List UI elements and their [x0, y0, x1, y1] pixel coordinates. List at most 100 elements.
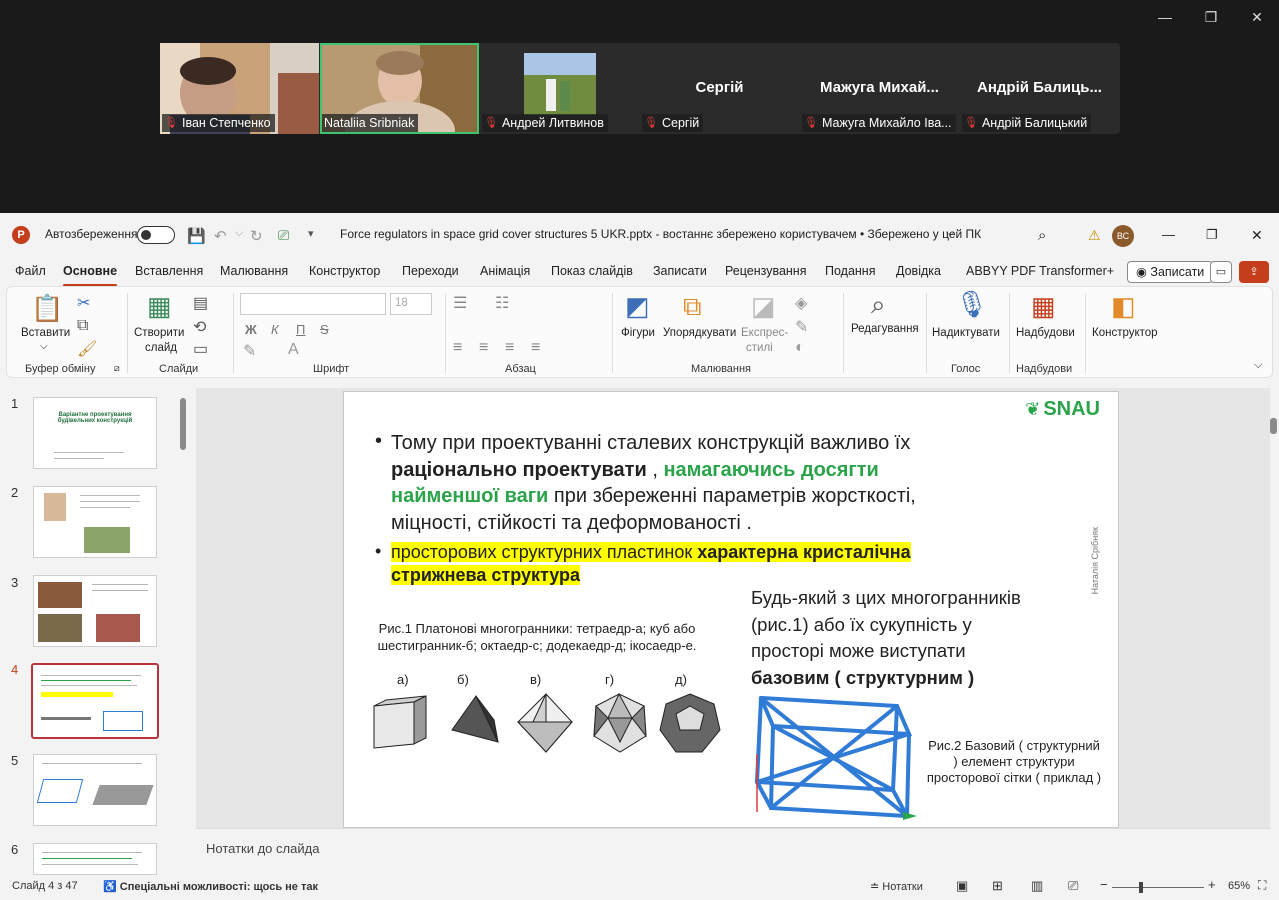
tab-insert[interactable]: Вставлення [135, 264, 203, 278]
slide-thumbnail[interactable] [33, 754, 157, 826]
participant-tile[interactable]: Сергій 🎙 Сергій [640, 43, 799, 134]
comments-icon[interactable]: ▭ [1210, 261, 1232, 283]
user-avatar[interactable]: ВС [1112, 225, 1134, 247]
tab-file[interactable]: Файл [15, 264, 46, 278]
accessibility-status[interactable]: ♿ Спеціальні можливості: щось не так [103, 880, 318, 893]
tab-animations[interactable]: Анімація [480, 264, 530, 278]
document-title[interactable]: Force regulators in space grid cover str… [340, 227, 981, 241]
paste-icon[interactable]: 📋 [31, 293, 63, 324]
chevron-down-icon[interactable]: ⌵ [946, 227, 954, 240]
justify-icon[interactable]: ≡ [531, 339, 540, 357]
shape-effects-icon[interactable]: ◐ [795, 339, 805, 357]
cut-icon[interactable]: ✂ [77, 293, 90, 313]
share-button[interactable]: ⇪ [1239, 261, 1269, 283]
participant-tile[interactable]: 🎙 Іван Степченко [160, 43, 319, 134]
undo-icon[interactable]: ↶ [214, 227, 227, 245]
reading-view-icon[interactable]: ▥ [1031, 878, 1043, 894]
fit-slide-icon[interactable]: ⛶ [1258, 878, 1266, 893]
customize-toolbar-icon[interactable]: ▾ [308, 227, 314, 240]
slide-thumbnail[interactable] [33, 575, 157, 647]
minimize-icon[interactable]: — [1150, 6, 1180, 28]
zoom-in-icon[interactable]: + [1208, 877, 1216, 892]
dictate-button[interactable]: Надиктувати [932, 327, 1000, 339]
current-slide[interactable]: ❦ SNAU • Тому при проектуванні сталевих … [343, 391, 1119, 828]
bold-button[interactable]: Ж [245, 322, 257, 337]
tab-home[interactable]: Основне [63, 264, 118, 287]
tab-abbyy[interactable]: ABBYY PDF Transformer+ [966, 264, 1114, 278]
search-icon[interactable]: ⌕ [871, 289, 886, 321]
format-painter-icon[interactable]: 🖌 [77, 339, 97, 359]
quick-styles-icon[interactable]: ◪ [751, 291, 776, 322]
new-slide-button[interactable]: Створити [134, 327, 184, 339]
close-icon[interactable]: ✕ [1251, 227, 1263, 244]
thumbnails-scrollbar[interactable] [180, 398, 186, 450]
designer-icon[interactable]: ◧ [1111, 291, 1136, 322]
align-right-icon[interactable]: ≡ [505, 339, 514, 357]
participant-tile[interactable]: Мажуга Михай... 🎙 Мажуга Михайло Іва... [800, 43, 959, 134]
tab-help[interactable]: Довідка [896, 264, 941, 278]
italic-button[interactable]: К [271, 322, 279, 337]
undo-dropdown-icon[interactable]: ⌵ [235, 227, 243, 240]
search-icon[interactable]: ⌕ [1038, 227, 1046, 244]
dialog-launcher-icon[interactable]: ⧄ [114, 363, 120, 374]
designer-button[interactable]: Конструктор [1092, 327, 1158, 339]
align-left-icon[interactable]: ≡ [453, 339, 462, 357]
tab-view[interactable]: Подання [825, 264, 875, 278]
tab-transitions[interactable]: Переходи [402, 264, 459, 278]
slide-thumbnail[interactable] [33, 486, 157, 558]
slide-thumbnail-selected[interactable] [31, 663, 159, 739]
font-name-select[interactable] [240, 293, 386, 315]
arrange-icon[interactable]: ⧉ [683, 291, 702, 323]
font-color-icon[interactable]: A [288, 341, 299, 359]
paste-button[interactable]: Вставити [21, 327, 70, 339]
restore-icon[interactable]: ❐ [1206, 227, 1218, 243]
bullets-icon[interactable]: ☰ [453, 293, 467, 313]
microphone-icon[interactable]: 🎙 [955, 289, 988, 320]
shape-outline-icon[interactable]: ✎ [795, 317, 808, 337]
zoom-out-icon[interactable]: − [1100, 877, 1108, 892]
shape-fill-icon[interactable]: ◈ [795, 293, 807, 313]
zoom-slider[interactable] [1112, 887, 1204, 888]
arrange-button[interactable]: Упорядкувати [663, 327, 736, 339]
layout-icon[interactable]: ▤ [193, 293, 208, 313]
editing-button[interactable]: Редагування [851, 323, 919, 335]
quick-styles-button[interactable]: Експрес- [741, 327, 788, 339]
tab-review[interactable]: Рецензування [725, 264, 806, 278]
shapes-icon[interactable]: ◩ [625, 291, 650, 322]
collapse-ribbon-icon[interactable]: ⌵ [1254, 359, 1262, 372]
tab-design[interactable]: Конструктор [309, 264, 380, 278]
highlight-icon[interactable]: ✎ [243, 341, 256, 361]
strikethrough-button[interactable]: S [320, 322, 329, 337]
tab-record[interactable]: Записати [653, 264, 707, 278]
chevron-down-icon[interactable]: ⌵ [40, 341, 48, 352]
tab-slideshow[interactable]: Показ слайдів [551, 264, 633, 278]
addins-button[interactable]: Надбудови [1016, 327, 1075, 339]
minimize-icon[interactable]: — [1162, 227, 1175, 242]
slide-sorter-icon[interactable]: ⊞ [992, 878, 1003, 894]
align-center-icon[interactable]: ≡ [479, 339, 488, 357]
record-button[interactable]: ◉ Записати [1127, 261, 1214, 283]
copy-icon[interactable]: ⧉ [77, 317, 88, 335]
restore-icon[interactable]: ❐ [1196, 6, 1226, 28]
shapes-button[interactable]: Фігури [621, 327, 655, 339]
canvas-scrollbar[interactable] [1270, 418, 1277, 434]
zoom-level[interactable]: 65% [1228, 880, 1250, 892]
autosave-toggle[interactable] [137, 226, 175, 244]
notes-toggle[interactable]: ≐ Нотатки [870, 880, 923, 893]
participant-tile[interactable]: Андрій Балиць... 🎙 Андрій Балицький [960, 43, 1119, 134]
save-icon[interactable]: 💾 [187, 227, 206, 245]
tab-draw[interactable]: Малювання [220, 264, 288, 278]
addins-icon[interactable]: ▦ [1031, 291, 1056, 322]
new-slide-icon[interactable]: ▦ [147, 291, 172, 322]
normal-view-icon[interactable]: ▣ [956, 878, 968, 894]
close-icon[interactable]: ✕ [1242, 6, 1272, 28]
numbering-icon[interactable]: ☷ [495, 293, 509, 313]
slideshow-icon[interactable]: ⎚ [1068, 878, 1078, 894]
section-icon[interactable]: ▭ [193, 339, 208, 359]
slide-thumbnail[interactable]: Варіантне проектування будівельних конст… [33, 397, 157, 469]
redo-icon[interactable]: ↻ [250, 227, 263, 245]
reset-icon[interactable]: ⟲ [193, 317, 206, 337]
font-size-select[interactable]: 18 [390, 293, 432, 315]
warning-icon[interactable]: ⚠ [1088, 227, 1101, 244]
participant-tile-active[interactable]: Nataliia Sribniak [320, 43, 479, 134]
